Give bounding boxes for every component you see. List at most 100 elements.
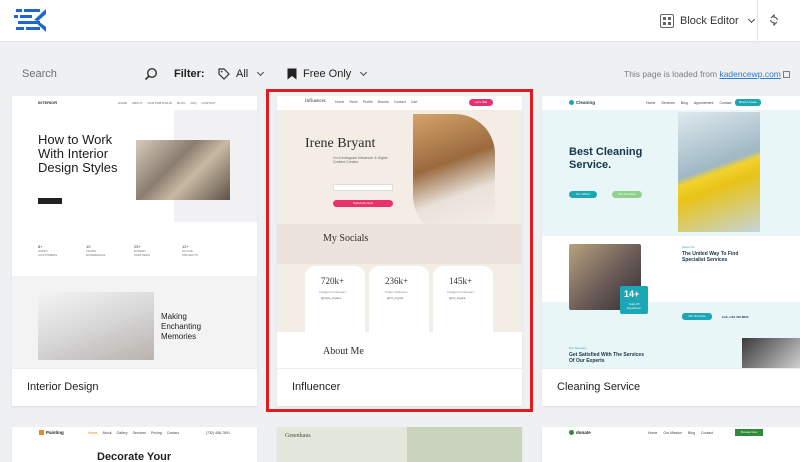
experience-badge: 14+ Years Of Experience [620, 286, 648, 314]
social-handle: @irn_bryant [387, 296, 404, 300]
badge-number: 14+ [624, 289, 640, 299]
category-dropdown[interactable]: All [218, 66, 265, 82]
editor-select[interactable]: Block Editor [660, 12, 755, 30]
section-title: The United Way To Find Specialist Servic… [682, 251, 739, 263]
nav-item: FAQ [190, 101, 197, 105]
social-label: Instagram Followers [319, 290, 347, 294]
nav-item: Brands [377, 100, 389, 104]
social-handle: @irn_bryant [449, 296, 466, 300]
about-bg [277, 332, 522, 368]
loaded-note: This page is loaded from kadencewp.com [624, 69, 790, 79]
nav-item: Our Mission [663, 431, 683, 435]
search-icon[interactable] [144, 67, 158, 81]
social-card: 236k+ Twitter Followers @irn_bryant [369, 266, 429, 332]
nav-item: Appointment [693, 101, 714, 105]
template-card-greenhaus[interactable]: Greenhaus [277, 427, 522, 462]
preview-button [38, 198, 62, 204]
nav-item: ABOUT [132, 101, 143, 105]
nav-item: Profile [362, 100, 373, 104]
search-input[interactable] [22, 64, 142, 84]
nav-item: Home [646, 101, 656, 105]
template-card-interior[interactable]: INTERIOR HOME ABOUT OUR PORTFOLIO BLOG F… [12, 96, 257, 406]
template-card-donate[interactable]: donate Home Our Mission Blog Contact Don… [542, 427, 800, 462]
nav-item: Blog [680, 101, 688, 105]
preview-cta: Book A Clean [735, 99, 761, 106]
preview-brand: Painting [46, 430, 64, 435]
sync-icon[interactable] [768, 14, 780, 26]
social-label: Twitter Followers [385, 290, 408, 294]
stat-label: HAPPY CUSTOMERS [38, 249, 58, 257]
chevron-down-icon [747, 15, 755, 24]
divider [757, 0, 758, 42]
bookmark-icon [287, 68, 297, 80]
nav-item: Contact [393, 100, 406, 104]
section-kicker: About Us [682, 245, 695, 249]
preview-nav: Home Services Blog Appointment Contact [646, 101, 732, 105]
social-handle: @irene_bryant [321, 296, 341, 300]
template-preview: Cleaning Home Services Blog Appointment … [542, 96, 800, 368]
kadence-logo[interactable] [14, 6, 48, 34]
preview-nav: Home Our Mission Blog Contact [648, 431, 713, 435]
template-preview: Greenhaus [277, 427, 522, 462]
nav-item: Contact [701, 431, 714, 435]
nav-item: CONTACT [201, 101, 216, 105]
external-link-icon [782, 71, 790, 78]
preview-brand: Cleaning [576, 100, 596, 105]
brand-icon [569, 430, 574, 435]
template-preview: donate Home Our Mission Blog Contact Don… [542, 427, 800, 462]
template-card-cleaning[interactable]: Cleaning Home Services Blog Appointment … [542, 96, 800, 406]
loaded-prefix: This page is loaded from [624, 69, 718, 79]
socials-title: My Socials [323, 233, 369, 244]
offers-button-preview: Our Offers [569, 191, 597, 198]
editor-label: Block Editor [680, 15, 739, 27]
nav-item: Contact [166, 431, 179, 435]
footer-image [742, 338, 800, 368]
preview-brand: INTERIOR [38, 100, 58, 105]
moodboard-image [136, 140, 230, 200]
nav-item: Services [661, 101, 675, 105]
services-button-preview: Our Services [612, 191, 642, 198]
chevron-down-icon [257, 68, 265, 77]
email-field-preview [333, 184, 393, 191]
nav-item: Cart [410, 100, 418, 104]
price-dropdown[interactable]: Free Only [287, 66, 368, 82]
footer-title: Get Satisfied With The Services Of Our E… [569, 352, 644, 364]
template-card-influencer[interactable]: Influencer. Home Store Profile Brands Co… [277, 96, 522, 406]
glove-image [678, 112, 760, 232]
stat-label: ACTIVE PROJECTS [182, 249, 199, 257]
preview-name: Irene Bryant [305, 136, 376, 151]
template-title: Interior Design [12, 368, 257, 406]
nav-item: Store [349, 100, 358, 104]
preview-headline: How to Work With Interior Design Styles [38, 132, 118, 175]
nav-item: OUR PORTFOLIO [147, 101, 173, 105]
template-title: Cleaning Service [542, 368, 800, 406]
socials-bg [277, 224, 522, 264]
hero-image [407, 427, 522, 462]
preview-subheadline: Making Enchanting Memories [161, 312, 202, 341]
top-bar: Block Editor [0, 0, 800, 42]
template-card-painting[interactable]: Painting Home About Gallery Services Pri… [12, 427, 257, 462]
portrait-image [413, 114, 495, 236]
kadence-link[interactable]: kadencewp.com [719, 69, 780, 79]
nav-item: Home [648, 431, 658, 435]
preview-brand: Influencer. [305, 99, 327, 104]
preview-cta: Donate Now [735, 429, 763, 436]
category-value: All [236, 68, 249, 80]
tag-icon [218, 68, 230, 80]
nav-item: Home [335, 100, 345, 104]
social-label: Instagram Followers [447, 290, 475, 294]
block-editor-icon [660, 14, 674, 28]
filter-bar: Filter: All Free Only This page is loade… [0, 60, 800, 88]
social-card: 720k+ Instagram Followers @irene_bryant [305, 266, 365, 332]
brand-dot-icon [569, 100, 574, 105]
phone-preview: Call +123 456 8823 [722, 315, 749, 319]
preview-nav: HOME ABOUT OUR PORTFOLIO BLOG FAQ CONTAC… [118, 101, 216, 105]
footer-kicker: Our Services [569, 346, 587, 350]
social-count: 145k+ [449, 276, 473, 286]
template-preview: INTERIOR HOME ABOUT OUR PORTFOLIO BLOG F… [12, 96, 257, 368]
preview-nav: Home Store Profile Brands Contact Cart [335, 100, 417, 104]
preview-headline: Decorate Your [97, 451, 172, 462]
stat-label: YEARS EXPERIENCE [86, 249, 106, 257]
services-button-preview: Our Services [682, 313, 712, 320]
about-title: About Me [323, 346, 364, 357]
